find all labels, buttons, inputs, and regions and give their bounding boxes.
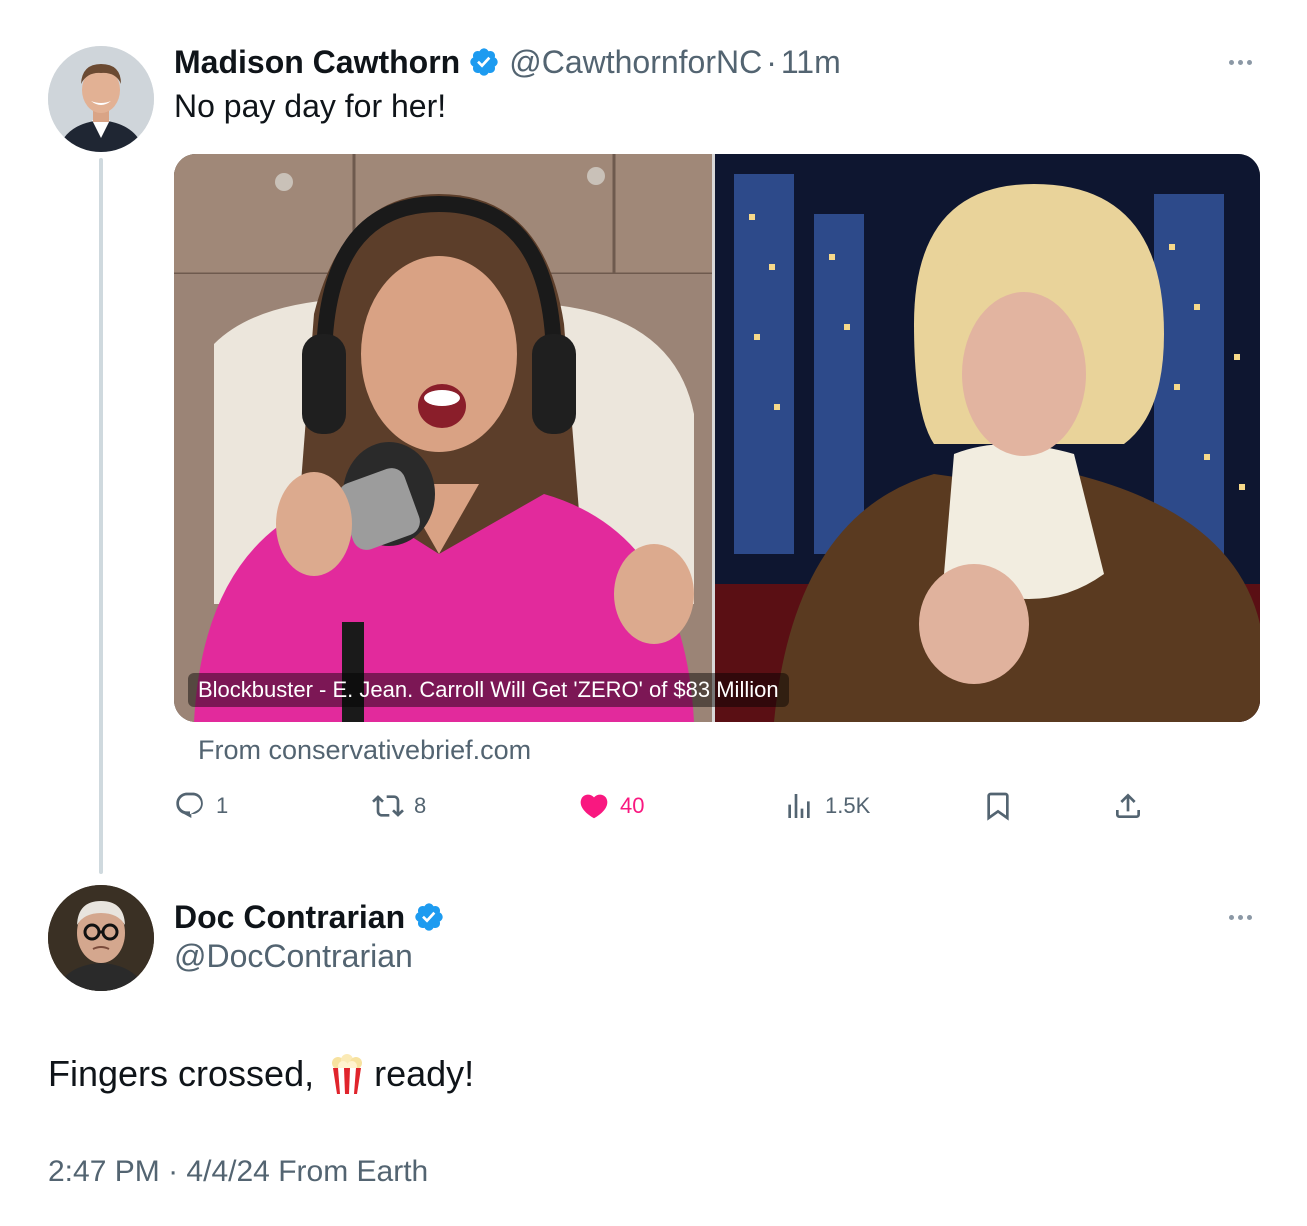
more-options-icon[interactable] (1229, 907, 1252, 927)
reply-text-after: ready! (374, 1053, 475, 1094)
views-chart-icon (788, 794, 810, 818)
card-image (174, 154, 1260, 722)
views-count: 1.5K (825, 793, 871, 818)
heart-filled-icon (580, 794, 608, 819)
reply-text: Fingers crossed, ready! (48, 1053, 474, 1095)
bookmark-icon (987, 792, 1009, 821)
posted-from: From Earth (278, 1155, 429, 1188)
verified-badge-icon (415, 903, 443, 931)
retweet-count: 8 (414, 793, 427, 818)
tweet-time[interactable]: 11m (781, 44, 841, 81)
share-button[interactable] (1112, 788, 1144, 824)
like-button[interactable]: 40 (578, 788, 644, 824)
link-card[interactable]: Blockbuster - E. Jean. Carroll Will Get … (174, 154, 1260, 722)
bookmark-button[interactable] (982, 788, 1014, 824)
thread-connector-line (99, 158, 103, 874)
display-name[interactable]: Madison Cawthorn (174, 44, 460, 81)
more-options-icon[interactable] (1229, 52, 1252, 72)
reply-header: Doc Contrarian (174, 895, 445, 939)
avatar-doc-contrarian (48, 885, 154, 991)
card-source-link[interactable]: From conservativebrief.com (198, 735, 531, 766)
timestamp[interactable]: 2:47 PM (48, 1155, 160, 1188)
display-name[interactable]: Doc Contrarian (174, 899, 405, 936)
share-icon (1116, 793, 1140, 818)
handle[interactable]: @DocContrarian (174, 938, 413, 975)
like-count: 40 (620, 793, 645, 818)
handle[interactable]: @CawthornforNC (509, 44, 762, 81)
reply-text-before: Fingers crossed, (48, 1053, 315, 1094)
separator-dot: · (766, 43, 777, 80)
avatar-madison-cawthorn (48, 46, 154, 152)
tweet-header: Madison Cawthorn @CawthornforNC · 11m (174, 40, 841, 84)
verified-badge-icon (470, 48, 498, 76)
reply-icon (176, 792, 203, 818)
separator-dot: · (168, 1155, 179, 1188)
reply-count: 1 (216, 793, 229, 818)
tweet-text: No pay day for her! (174, 88, 447, 124)
avatar[interactable] (48, 46, 154, 152)
card-caption: Blockbuster - E. Jean. Carroll Will Get … (188, 673, 789, 707)
retweet-icon (372, 795, 404, 817)
tweet-meta: 2:47 PM · 4/4/24 From Earth (48, 1155, 428, 1189)
avatar[interactable] (48, 885, 154, 991)
retweet-button[interactable]: 8 (372, 788, 426, 824)
views-button[interactable]: 1.5K (783, 788, 870, 824)
tweet-thread: Madison Cawthorn @CawthornforNC · 11m No… (0, 0, 1307, 1226)
popcorn-icon (328, 1054, 366, 1094)
date[interactable]: 4/4/24 (186, 1155, 269, 1188)
reply-button[interactable]: 1 (174, 788, 228, 824)
